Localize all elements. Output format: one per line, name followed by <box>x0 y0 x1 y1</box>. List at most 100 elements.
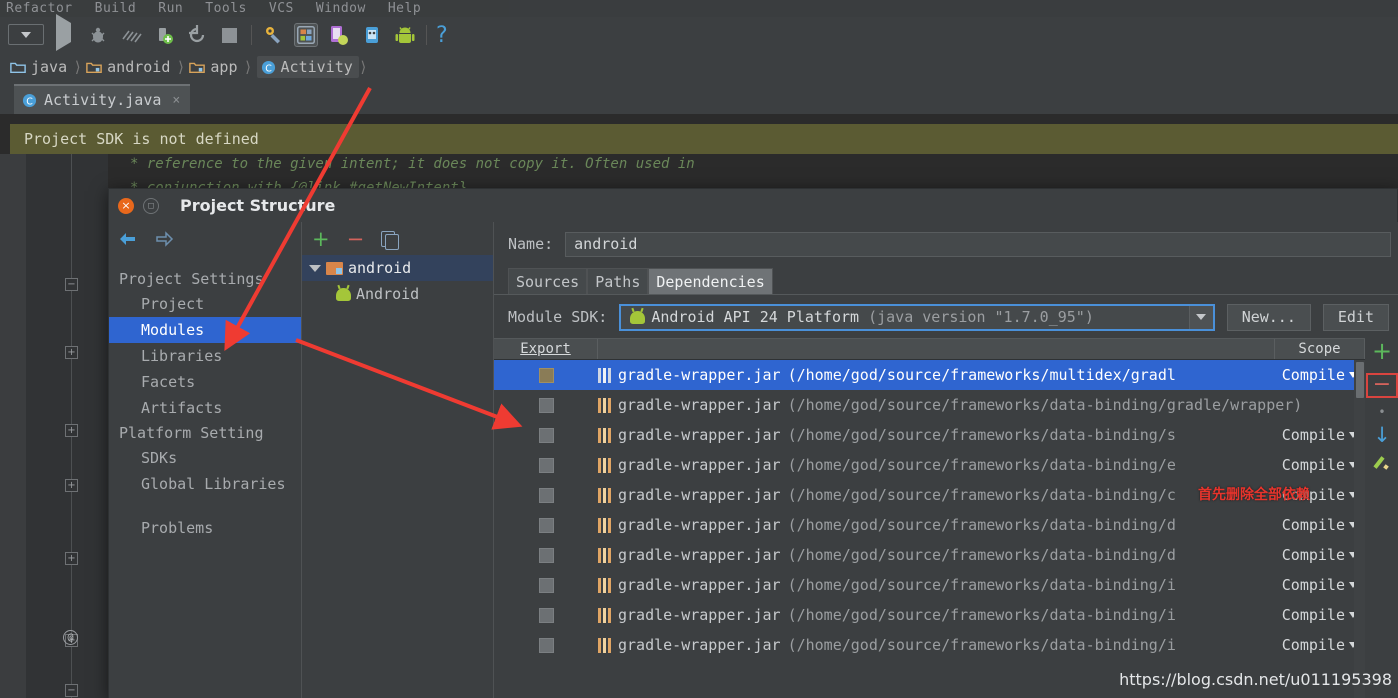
scope-dropdown[interactable]: Compile <box>1282 600 1365 630</box>
export-checkbox[interactable] <box>538 577 554 593</box>
dependencies-table[interactable]: Export Scope gradle-wrapper.jar (/home/go… <box>494 338 1365 698</box>
table-row[interactable]: gradle-wrapper.jar (/home/god/source/fram… <box>494 540 1365 570</box>
maximize-icon[interactable]: □ <box>143 197 159 214</box>
sidebar-item-modules[interactable]: Modules <box>109 317 301 343</box>
export-checkbox-cell[interactable] <box>494 517 598 533</box>
edit-dependency-icon[interactable] <box>1375 455 1390 470</box>
table-scrollbar[interactable] <box>1354 360 1365 698</box>
move-down-icon[interactable]: ↓ <box>1373 425 1391 446</box>
export-checkbox-cell[interactable] <box>494 397 598 413</box>
menu-item-vcs[interactable]: VCS <box>269 1 294 16</box>
export-checkbox[interactable] <box>538 547 554 563</box>
export-checkbox-cell[interactable] <box>494 637 598 653</box>
fold-expand-marker-mid[interactable]: + <box>65 424 78 437</box>
export-checkbox-cell[interactable] <box>494 367 598 383</box>
scope-dropdown[interactable]: Compile <box>1282 570 1365 600</box>
attach-debugger-icon[interactable] <box>152 23 176 47</box>
column-header-export[interactable]: Export <box>494 339 598 359</box>
column-header-name[interactable] <box>598 339 1275 359</box>
module-tree-node-android[interactable]: android <box>302 255 493 281</box>
scope-dropdown[interactable]: Compile <box>1282 420 1365 450</box>
export-checkbox[interactable] <box>538 637 554 653</box>
fold-expand-marker[interactable]: + <box>65 552 78 565</box>
stop-icon[interactable] <box>218 23 242 47</box>
sidebar-item-artifacts[interactable]: Artifacts <box>109 395 301 421</box>
add-dependency-icon[interactable]: + <box>1372 339 1392 363</box>
arrow-right-icon[interactable] <box>153 230 175 248</box>
chevron-down-icon[interactable] <box>1188 305 1213 329</box>
tab-sources[interactable]: Sources <box>508 268 588 294</box>
breadcrumb-item-app[interactable]: app <box>189 58 243 76</box>
editor-fold-gutter[interactable]: − + + + + + − @ <box>26 154 108 698</box>
sidebar-item-project[interactable]: Project <box>109 291 301 317</box>
table-row[interactable]: gradle-wrapper.jar (/home/god/source/fram… <box>494 510 1365 540</box>
tab-dependencies[interactable]: Dependencies <box>648 268 773 294</box>
annotation-marker-icon[interactable]: @ <box>63 630 78 645</box>
export-checkbox-cell[interactable] <box>494 487 598 503</box>
export-checkbox[interactable] <box>538 427 554 443</box>
scope-dropdown[interactable]: Compile <box>1282 630 1365 660</box>
export-checkbox[interactable] <box>538 397 554 413</box>
scrollbar-thumb[interactable] <box>1356 362 1364 398</box>
sidebar-item-facets[interactable]: Facets <box>109 369 301 395</box>
close-icon[interactable]: × <box>118 197 134 214</box>
android-monitor-icon[interactable] <box>360 23 384 47</box>
sidebar-item-sdks[interactable]: SDKs <box>109 445 301 471</box>
close-icon[interactable]: × <box>172 93 180 108</box>
menu-item-help[interactable]: Help <box>388 1 421 16</box>
android-device-icon[interactable] <box>393 23 417 47</box>
new-sdk-button[interactable]: New... <box>1226 303 1311 331</box>
tab-paths[interactable]: Paths <box>587 268 649 294</box>
help-icon[interactable]: ? <box>436 23 460 48</box>
avd-manager-icon[interactable] <box>327 23 351 47</box>
scope-dropdown[interactable]: Compile <box>1282 510 1365 540</box>
breadcrumb-item-android[interactable]: android <box>86 58 176 76</box>
sidebar-item-problems[interactable]: Problems <box>109 515 301 541</box>
menu-item-build[interactable]: Build <box>95 1 137 16</box>
fold-collapse-marker[interactable]: − <box>65 684 78 697</box>
table-row[interactable]: gradle-wrapper.jar (/home/god/source/fram… <box>494 570 1365 600</box>
table-row[interactable]: gradle-wrapper.jar (/home/god/source/fram… <box>494 390 1365 420</box>
export-checkbox-cell[interactable] <box>494 577 598 593</box>
run-config-dropdown-icon[interactable] <box>8 24 44 45</box>
fold-expand-marker[interactable]: + <box>65 346 78 359</box>
edit-sdk-button[interactable]: Edit <box>1322 303 1389 331</box>
menu-item-window[interactable]: Window <box>316 1 366 16</box>
plus-icon[interactable]: + <box>312 228 330 249</box>
editor-tab-activity-java[interactable]: C Activity.java × <box>14 84 191 114</box>
scope-dropdown[interactable]: Compile <box>1282 450 1365 480</box>
rerun-icon[interactable] <box>185 23 209 47</box>
table-row[interactable]: gradle-wrapper.jar (/home/god/source/fram… <box>494 420 1365 450</box>
module-tree-node-android-facet[interactable]: Android <box>302 281 493 307</box>
table-row[interactable]: gradle-wrapper.jar (/home/god/source/fram… <box>494 600 1365 630</box>
scope-dropdown[interactable]: Compile <box>1282 540 1365 570</box>
run-icon[interactable] <box>53 13 77 51</box>
triangle-down-icon[interactable] <box>309 264 321 272</box>
debug-icon[interactable] <box>86 23 110 47</box>
sdk-manager-icon[interactable] <box>261 23 285 47</box>
breadcrumb-item-java[interactable]: java <box>10 58 73 76</box>
editor-gutter[interactable] <box>0 154 26 698</box>
export-checkbox[interactable] <box>538 607 554 623</box>
arrow-left-icon[interactable] <box>117 230 139 248</box>
coverage-icon[interactable] <box>119 23 143 47</box>
module-name-input[interactable]: android <box>565 231 1391 257</box>
remove-dependency-icon[interactable]: − <box>1373 372 1391 397</box>
menu-item-tools[interactable]: Tools <box>205 1 247 16</box>
move-up-icon[interactable]: • <box>1378 406 1385 418</box>
export-checkbox[interactable] <box>538 487 554 503</box>
fold-collapse-marker[interactable]: − <box>65 278 78 291</box>
export-checkbox-cell[interactable] <box>494 427 598 443</box>
export-checkbox-cell[interactable] <box>494 607 598 623</box>
copy-icon[interactable] <box>381 230 400 250</box>
export-checkbox-cell[interactable] <box>494 457 598 473</box>
fold-expand-marker[interactable]: + <box>65 479 78 492</box>
export-checkbox-cell[interactable] <box>494 547 598 563</box>
export-checkbox[interactable] <box>538 457 554 473</box>
scope-dropdown[interactable]: Compile <box>1282 360 1365 390</box>
minus-icon[interactable]: − <box>347 228 365 249</box>
breadcrumb-item-activity[interactable]: C Activity <box>256 56 359 78</box>
export-checkbox[interactable] <box>538 517 554 533</box>
table-row[interactable]: gradle-wrapper.jar (/home/god/source/fram… <box>494 360 1365 390</box>
dialog-title-bar[interactable]: × □ Project Structure <box>109 189 1397 222</box>
